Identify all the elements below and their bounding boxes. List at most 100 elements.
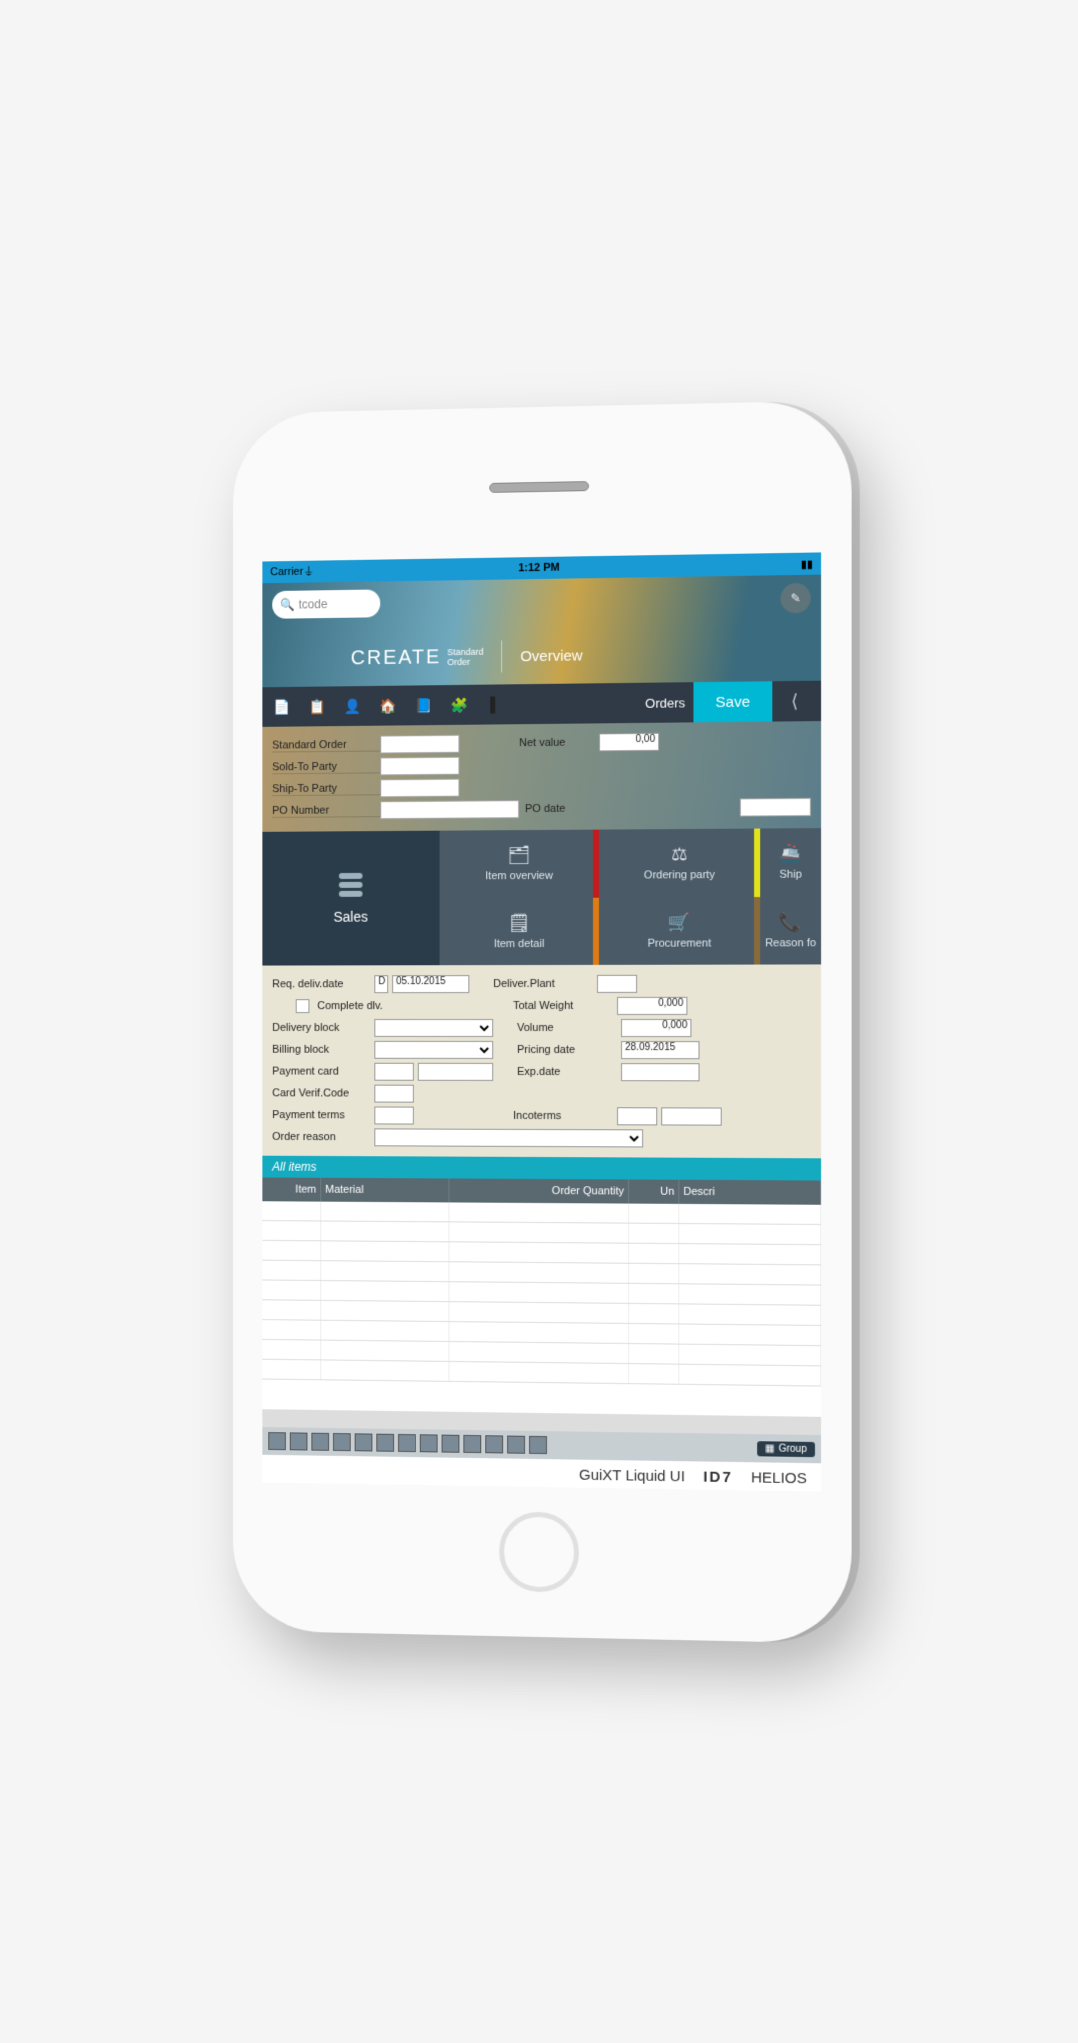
ship-to-label: Ship-To Party: [272, 781, 380, 795]
bottom-icon[interactable]: [463, 1434, 481, 1452]
volume-value: 0,000: [621, 1018, 691, 1036]
tab-tiles: Sales 🗂 Item overview 🗒 Item detail ⚖ Or…: [262, 828, 821, 965]
toolbar-icon-2[interactable]: 📋: [304, 692, 332, 720]
header-hero: 🔍 tcode ✎ CREATE Standard Order Overview: [262, 574, 821, 687]
col-un[interactable]: Un: [629, 1179, 679, 1203]
bottom-icon[interactable]: [311, 1432, 329, 1450]
bottom-icon[interactable]: [376, 1433, 394, 1451]
gavel-icon: ⚖: [671, 844, 687, 865]
session-id: ID7: [703, 1468, 733, 1486]
po-date-label: PO date: [525, 802, 565, 814]
col-material[interactable]: Material: [321, 1177, 449, 1202]
toolbar-icon-6[interactable]: 🧩: [446, 690, 474, 718]
wifi-icon: ⏚: [303, 563, 314, 579]
bottom-icon[interactable]: [507, 1435, 525, 1453]
search-input[interactable]: 🔍 tcode: [272, 589, 380, 618]
sold-to-label: Sold-To Party: [272, 759, 380, 773]
group-button[interactable]: ▦ Group: [757, 1440, 815, 1456]
po-date-input[interactable]: [740, 797, 811, 816]
po-number-input[interactable]: [380, 800, 519, 819]
bottom-icon[interactable]: [355, 1433, 373, 1451]
exp-date-input[interactable]: [621, 1063, 699, 1081]
billing-block-select[interactable]: [374, 1040, 493, 1058]
complete-dlv-checkbox[interactable]: [296, 999, 310, 1013]
deliver-plant-input[interactable]: [597, 974, 637, 992]
header-form: Standard Order Net value 0,00 Sold-To Pa…: [262, 721, 821, 832]
tab-shipping[interactable]: 🚢 Ship: [760, 828, 821, 896]
search-icon: 🔍: [280, 597, 295, 611]
tab-ordering-party[interactable]: ⚖ Ordering party: [599, 828, 760, 897]
battery-icon: ▮▮: [801, 557, 813, 570]
col-item[interactable]: Item: [262, 1177, 321, 1201]
page-subtitle: Standard Order: [447, 646, 483, 666]
toolbar-icon-3[interactable]: 👤: [339, 692, 367, 720]
standard-order-input[interactable]: [380, 734, 459, 753]
bottom-icon[interactable]: [529, 1435, 547, 1453]
bottom-icon[interactable]: [420, 1434, 438, 1452]
tab-reason[interactable]: 📞 Reason fo: [760, 896, 821, 964]
edit-button[interactable]: ✎: [780, 582, 810, 613]
stack-icon: [335, 872, 367, 896]
ship-to-input[interactable]: [380, 778, 459, 797]
clock: 1:12 PM: [518, 561, 559, 574]
req-deliv-type[interactable]: D: [374, 975, 388, 993]
bottom-icon[interactable]: [485, 1435, 503, 1453]
toolbar: 📄 📋 👤 🏠 📘 🧩 ▌ Orders Save ⟨: [262, 680, 821, 726]
pencil-icon: ✎: [791, 591, 801, 605]
payment-card-type[interactable]: [374, 1062, 413, 1080]
net-value-field: 0,00: [599, 732, 659, 751]
chevron-left-icon: ⟨: [791, 690, 798, 711]
cart-icon: 🛒: [668, 912, 691, 933]
payment-card-label: Payment card: [272, 1065, 370, 1077]
delivery-block-select[interactable]: [374, 1019, 493, 1037]
toolbar-icon-1[interactable]: 📄: [268, 692, 295, 720]
phone-icon: 📞: [779, 911, 802, 932]
total-weight-value: 0,000: [617, 996, 687, 1014]
req-deliv-date-input[interactable]: 05.10.2015: [392, 975, 469, 993]
tab-item-overview[interactable]: 🗂 Item overview: [440, 829, 599, 897]
total-weight-label: Total Weight: [513, 999, 613, 1011]
search-placeholder: tcode: [299, 597, 328, 611]
col-desc[interactable]: Descri: [679, 1179, 821, 1204]
pricing-date-label: Pricing date: [517, 1043, 617, 1055]
order-reason-select[interactable]: [374, 1128, 643, 1147]
bottom-icon[interactable]: [290, 1432, 308, 1450]
payment-card-input[interactable]: [418, 1062, 493, 1080]
delivery-block-label: Delivery block: [272, 1022, 370, 1034]
deliver-plant-label: Deliver.Plant: [493, 977, 593, 989]
po-number-label: PO Number: [272, 803, 380, 817]
payment-terms-input[interactable]: [374, 1106, 413, 1124]
card-verif-label: Card Verif.Code: [272, 1087, 370, 1099]
grid-body[interactable]: [262, 1201, 821, 1417]
col-qty[interactable]: Order Quantity: [450, 1178, 630, 1203]
overview-icon: 🗂: [508, 845, 531, 866]
sold-to-input[interactable]: [380, 756, 459, 775]
complete-dlv-label: Complete dlv.: [317, 1000, 392, 1012]
ship-icon: 🚢: [779, 843, 802, 864]
exp-date-label: Exp.date: [517, 1065, 617, 1077]
net-value-label: Net value: [519, 736, 599, 749]
pricing-date-input[interactable]: 28.09.2015: [621, 1041, 699, 1059]
bottom-icon[interactable]: [398, 1433, 416, 1451]
product-name: GuiXT Liquid UI: [579, 1466, 685, 1485]
tab-procurement[interactable]: 🛒 Procurement: [599, 896, 760, 964]
bottom-icon[interactable]: [333, 1433, 351, 1451]
tab-item-detail[interactable]: 🗒 Item detail: [440, 897, 599, 965]
order-reason-label: Order reason: [272, 1130, 370, 1142]
card-verif-input[interactable]: [374, 1084, 413, 1102]
incoterms-code[interactable]: [617, 1107, 657, 1125]
orders-label[interactable]: Orders: [645, 694, 685, 710]
billing-block-label: Billing block: [272, 1043, 370, 1055]
back-button[interactable]: ⟨: [774, 680, 815, 721]
incoterms-label: Incoterms: [513, 1109, 613, 1121]
bottom-icon[interactable]: [442, 1434, 460, 1452]
toolbar-icon-5[interactable]: 📘: [410, 691, 438, 719]
toolbar-icon-4[interactable]: 🏠: [374, 691, 402, 719]
incoterms-text[interactable]: [661, 1107, 721, 1125]
bottom-icon[interactable]: [268, 1432, 286, 1450]
save-button[interactable]: Save: [693, 681, 772, 722]
req-deliv-date-label: Req. deliv.date: [272, 978, 370, 990]
page-section: Overview: [520, 646, 582, 664]
tab-sales[interactable]: Sales: [262, 830, 439, 965]
toolbar-icon-7[interactable]: ▌: [481, 690, 509, 718]
